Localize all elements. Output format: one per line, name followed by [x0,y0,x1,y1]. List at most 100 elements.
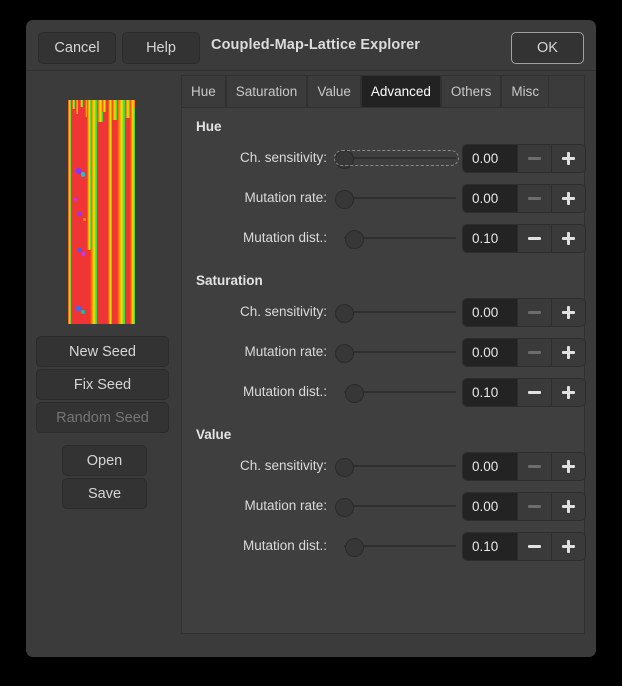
help-button[interactable]: Help [122,32,200,64]
minus-icon [528,465,541,468]
minus-icon [528,391,541,394]
preview-drip [134,100,135,108]
ok-button[interactable]: OK [511,32,584,64]
slider-label: Mutation rate: [182,491,327,521]
slider-label: Mutation dist.: [182,223,327,253]
slider-row: Mutation rate: 0.00 [182,491,586,521]
plus-icon [562,500,575,513]
tab-value[interactable]: Value [307,75,361,107]
preview-speck [81,172,85,177]
spinbox-value[interactable]: 0.00 [463,185,517,212]
spinbox-value[interactable]: 0.00 [463,145,517,172]
slider[interactable] [334,297,459,327]
spinbox: 0.10 [462,532,586,561]
slider-track[interactable] [344,311,456,313]
tab-row: HueSaturationValueAdvancedOthersMisc [181,75,585,107]
slider-thumb[interactable] [335,344,354,363]
tab-hue[interactable]: Hue [181,75,226,107]
slider-label: Ch. sensitivity: [182,143,327,173]
spinbox: 0.00 [462,492,586,521]
spinbox-increment-button[interactable] [551,533,585,560]
minus-icon [528,311,541,314]
slider-thumb[interactable] [335,458,354,477]
slider-row: Ch. sensitivity: 0.00 [182,297,586,327]
minus-icon [528,157,541,160]
spinbox-value[interactable]: 0.00 [463,493,517,520]
slider-label: Mutation dist.: [182,531,327,561]
tab-others[interactable]: Others [441,75,502,107]
window-title: Coupled-Map-Lattice Explorer [211,20,420,70]
plus-icon [562,460,575,473]
preview-speck [78,212,82,216]
slider-track[interactable] [344,465,456,467]
fix-seed-button[interactable]: Fix Seed [36,369,169,400]
slider[interactable] [334,143,459,173]
preview-speck [74,198,77,201]
slider-label: Ch. sensitivity: [182,297,327,327]
sidebar: New SeedFix SeedRandom Seed OpenSave [26,71,181,657]
plus-icon [562,540,575,553]
spinbox-decrement-button[interactable] [517,225,551,252]
spinbox-increment-button[interactable] [551,453,585,480]
spinbox-value[interactable]: 0.10 [463,225,517,252]
slider-track[interactable] [344,157,456,159]
spinbox-increment-button[interactable] [551,145,585,172]
slider[interactable] [334,491,459,521]
spinbox-increment-button[interactable] [551,339,585,366]
slider-row: Ch. sensitivity: 0.00 [182,143,586,173]
dialog-body: New SeedFix SeedRandom Seed OpenSave Hue… [26,71,596,657]
slider-row: Mutation dist.: 0.10 [182,531,586,561]
spinbox: 0.00 [462,184,586,213]
slider-track[interactable] [344,197,456,199]
slider-track[interactable] [344,505,456,507]
spinbox-increment-button[interactable] [551,299,585,326]
spinbox-decrement-button [517,339,551,366]
tab-advanced[interactable]: Advanced [361,75,441,107]
random-seed-button: Random Seed [36,402,169,433]
slider[interactable] [334,337,459,367]
spinbox: 0.00 [462,338,586,367]
slider[interactable] [334,451,459,481]
slider-thumb[interactable] [335,190,354,209]
slider[interactable] [334,223,459,253]
plus-icon [562,192,575,205]
slider-thumb[interactable] [335,498,354,517]
preview-stripe [130,100,135,324]
save-button[interactable]: Save [62,478,147,509]
spinbox-value[interactable]: 0.00 [463,299,517,326]
plus-icon [562,232,575,245]
spinbox-increment-button[interactable] [551,225,585,252]
cancel-button[interactable]: Cancel [38,32,116,64]
spinbox-value[interactable]: 0.10 [463,533,517,560]
tab-saturation[interactable]: Saturation [226,75,308,107]
preview-tail [87,100,91,250]
open-button[interactable]: Open [62,445,147,476]
slider[interactable] [334,183,459,213]
slider[interactable] [334,531,459,561]
spinbox-decrement-button[interactable] [517,533,551,560]
preview-drip [80,100,83,107]
spinbox-increment-button[interactable] [551,185,585,212]
preview-drip [102,100,106,112]
spinbox-value[interactable]: 0.00 [463,453,517,480]
spinbox-decrement-button [517,493,551,520]
preview-speck [78,248,82,252]
slider-thumb[interactable] [335,304,354,323]
spinbox-increment-button[interactable] [551,379,585,406]
slider-thumb[interactable] [335,150,354,169]
fractal-preview[interactable] [68,100,135,324]
slider[interactable] [334,377,459,407]
slider-thumb[interactable] [345,384,364,403]
slider-track[interactable] [344,351,456,353]
dialog-window: Cancel Help Coupled-Map-Lattice Explorer… [26,20,596,657]
spinbox-value[interactable]: 0.00 [463,339,517,366]
minus-icon [528,545,541,548]
spinbox-value[interactable]: 0.10 [463,379,517,406]
slider-thumb[interactable] [345,538,364,557]
spinbox-increment-button[interactable] [551,493,585,520]
slider-thumb[interactable] [345,230,364,249]
group-title-saturation: Saturation [196,273,263,288]
spinbox-decrement-button[interactable] [517,379,551,406]
tab-misc[interactable]: Misc [501,75,549,107]
new-seed-button[interactable]: New Seed [36,336,169,367]
